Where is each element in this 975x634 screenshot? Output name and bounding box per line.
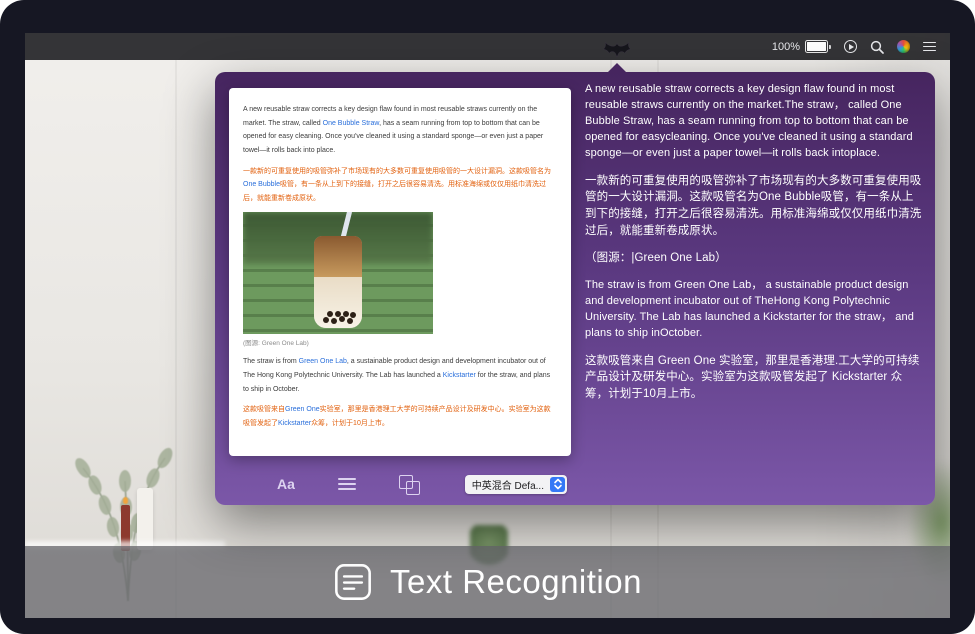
bubble-tea-photo	[243, 212, 433, 334]
document-paragraph-en: The straw is from Green One Lab, a susta…	[243, 355, 557, 396]
photo-milk-layer	[314, 277, 362, 329]
input-source-icon[interactable]	[897, 40, 910, 53]
text-recognition-icon	[333, 562, 373, 602]
ocr-paragraph: A new reusable straw corrects a key desi…	[585, 82, 923, 162]
language-select-value: 中英混合 Defa...	[472, 477, 544, 492]
doc-link: One Bubble	[243, 181, 280, 188]
bat-app-icon[interactable]	[602, 39, 632, 61]
ocr-paragraph: （图源：|Green One Lab）	[585, 250, 923, 267]
doc-text: 吸管，有一条从上到下的接缝，打开之后很容易清洗。用标准海绵或仅仅用纸巾清洗过后，…	[243, 181, 546, 202]
doc-text: The straw is from	[243, 358, 299, 365]
doc-text: 众筹，计划于10月上市。	[311, 420, 389, 427]
desktop-screen: 100% A new reusable straw corrects a key…	[25, 33, 950, 618]
text-recognition-popover: A new reusable straw corrects a key desi…	[215, 72, 935, 505]
doc-link: Kickstarter	[443, 372, 476, 379]
copy-translate-button[interactable]	[399, 475, 421, 494]
ocr-paragraph: The straw is from Green One Lab， a susta…	[585, 278, 923, 342]
document-paragraph-en: A new reusable straw corrects a key desi…	[243, 103, 557, 158]
battery-status[interactable]: 100%	[772, 40, 831, 53]
ocr-paragraph: 这款吸管来自 Green One 实验室，那里是香港理.工大学的可持续产品设计及…	[585, 353, 923, 403]
battery-percent-label: 100%	[772, 41, 800, 53]
select-caret-icon	[550, 477, 565, 492]
doc-link: One Bubble Straw	[323, 120, 379, 127]
text-size-button[interactable]: Aa	[277, 476, 295, 492]
document-paragraph-zh: 一款新的可重复使用的吸管弥补了市场现有的大多数可重复使用吸管的一大设计漏洞。这款…	[243, 165, 557, 206]
play-circle-icon[interactable]	[844, 40, 857, 53]
popover-toolbar: Aa 中英混合 Defa...	[229, 473, 571, 495]
search-icon[interactable]	[870, 40, 884, 54]
feature-caption-band: Text Recognition	[25, 546, 950, 618]
ocr-paragraph: 一款新的可重复使用的吸管弥补了市场现有的大多数可重复使用吸管的一大设计漏洞。这款…	[585, 173, 923, 240]
battery-icon	[805, 40, 831, 53]
language-select[interactable]: 中英混合 Defa...	[465, 475, 567, 494]
photo-tea-layer	[314, 236, 362, 276]
device-frame: 100% A new reusable straw corrects a key…	[0, 0, 975, 634]
menu-bar: 100%	[25, 33, 950, 60]
list-view-button[interactable]	[338, 478, 356, 490]
doc-text: 一款新的可重复使用的吸管弥补了市场现有的大多数可重复使用吸管的一大设计漏洞。这款…	[243, 168, 551, 175]
doc-text: 这款吸管来自	[243, 406, 285, 413]
doc-link: Green One	[285, 406, 320, 413]
photo-boba-pearls	[323, 317, 329, 323]
menu-list-icon[interactable]	[923, 42, 936, 52]
candle-flame	[123, 497, 128, 504]
captured-document-preview: A new reusable straw corrects a key desi…	[229, 88, 571, 456]
photo-caption: (图源: Green One Lab)	[243, 337, 557, 347]
recognized-text-panel: A new reusable straw corrects a key desi…	[585, 82, 923, 414]
photo-glass	[314, 236, 362, 328]
feature-caption-title: Text Recognition	[390, 563, 642, 601]
doc-link: Kickstarter	[278, 420, 311, 427]
doc-link: Green One Lab	[299, 358, 347, 365]
document-paragraph-zh: 这款吸管来自Green One实验室，那里是香港理工大学的可持续产品设计及研发中…	[243, 403, 557, 430]
